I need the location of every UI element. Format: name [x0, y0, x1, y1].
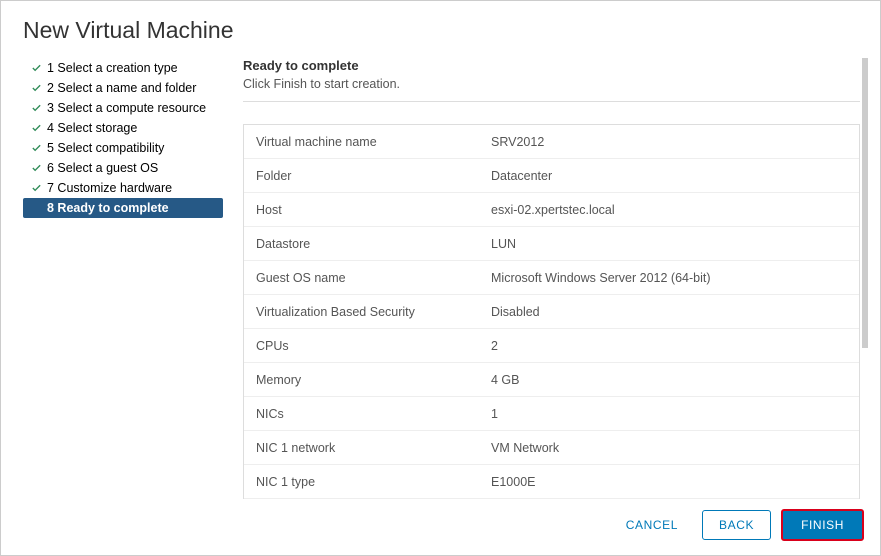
- summary-label: NIC 1 network: [244, 433, 479, 463]
- wizard-step[interactable]: 3 Select a compute resource: [23, 98, 223, 118]
- summary-row: NICs1: [244, 397, 859, 431]
- main-panel: Ready to complete Click Finish to start …: [223, 58, 868, 499]
- finish-button[interactable]: FINISH: [781, 509, 864, 541]
- wizard-step[interactable]: 7 Customize hardware: [23, 178, 223, 198]
- summary-value: Microsoft Windows Server 2012 (64-bit): [479, 263, 859, 293]
- step-subtext: Click Finish to start creation.: [243, 77, 860, 91]
- wizard-step[interactable]: 8 Ready to complete: [23, 198, 223, 218]
- summary-value: Disabled: [479, 297, 859, 327]
- summary-row: Guest OS nameMicrosoft Windows Server 20…: [244, 261, 859, 295]
- summary-value: Datacenter: [479, 161, 859, 191]
- cancel-button[interactable]: CANCEL: [612, 510, 692, 540]
- check-icon: [29, 143, 43, 154]
- dialog-title: New Virtual Machine: [1, 1, 880, 58]
- summary-label: Memory: [244, 365, 479, 395]
- summary-label: Virtual machine name: [244, 127, 479, 157]
- summary-value: 4 GB: [479, 365, 859, 395]
- step-label: 6 Select a guest OS: [47, 161, 158, 175]
- summary-table: Virtual machine nameSRV2012FolderDatacen…: [243, 124, 860, 499]
- wizard-step[interactable]: 4 Select storage: [23, 118, 223, 138]
- step-heading: Ready to complete: [243, 58, 860, 73]
- summary-value: LUN: [479, 229, 859, 259]
- summary-label: Datastore: [244, 229, 479, 259]
- check-icon: [29, 63, 43, 74]
- summary-value: E1000E: [479, 467, 859, 497]
- check-icon: [29, 103, 43, 114]
- summary-row: Virtual machine nameSRV2012: [244, 125, 859, 159]
- summary-row: Virtualization Based SecurityDisabled: [244, 295, 859, 329]
- step-label: 7 Customize hardware: [47, 181, 172, 195]
- summary-value: VM Network: [479, 433, 859, 463]
- wizard-steps: 1 Select a creation type 2 Select a name …: [23, 58, 223, 499]
- summary-value: 1: [479, 399, 859, 429]
- step-label: 3 Select a compute resource: [47, 101, 206, 115]
- summary-label: Virtualization Based Security: [244, 297, 479, 327]
- summary-label: Host: [244, 195, 479, 225]
- divider: [243, 101, 860, 102]
- step-label: 4 Select storage: [47, 121, 137, 135]
- summary-row: Hostesxi-02.xpertstec.local: [244, 193, 859, 227]
- check-icon: [29, 123, 43, 134]
- back-button[interactable]: BACK: [702, 510, 771, 540]
- summary-label: NICs: [244, 399, 479, 429]
- summary-label: Folder: [244, 161, 479, 191]
- step-label: 5 Select compatibility: [47, 141, 164, 155]
- summary-row: DatastoreLUN: [244, 227, 859, 261]
- step-label: 2 Select a name and folder: [47, 81, 196, 95]
- wizard-step[interactable]: 6 Select a guest OS: [23, 158, 223, 178]
- check-icon: [29, 183, 43, 194]
- wizard-step[interactable]: 5 Select compatibility: [23, 138, 223, 158]
- summary-row: Memory4 GB: [244, 363, 859, 397]
- summary-row: CPUs2: [244, 329, 859, 363]
- check-icon: [29, 83, 43, 94]
- summary-value: esxi-02.xpertstec.local: [479, 195, 859, 225]
- summary-label: Guest OS name: [244, 263, 479, 293]
- summary-row: NIC 1 typeE1000E: [244, 465, 859, 499]
- wizard-step[interactable]: 2 Select a name and folder: [23, 78, 223, 98]
- summary-value: SRV2012: [479, 127, 859, 157]
- summary-label: CPUs: [244, 331, 479, 361]
- summary-value: 2: [479, 331, 859, 361]
- footer: CANCEL BACK FINISH: [1, 499, 880, 555]
- step-label: 1 Select a creation type: [47, 61, 178, 75]
- dialog: New Virtual Machine 1 Select a creation …: [0, 0, 881, 556]
- summary-label: NIC 1 type: [244, 467, 479, 497]
- content: 1 Select a creation type 2 Select a name …: [1, 58, 880, 499]
- check-icon: [29, 163, 43, 174]
- wizard-step[interactable]: 1 Select a creation type: [23, 58, 223, 78]
- scrollbar[interactable]: [862, 58, 868, 348]
- summary-row: NIC 1 networkVM Network: [244, 431, 859, 465]
- step-label: 8 Ready to complete: [47, 201, 169, 215]
- summary-row: FolderDatacenter: [244, 159, 859, 193]
